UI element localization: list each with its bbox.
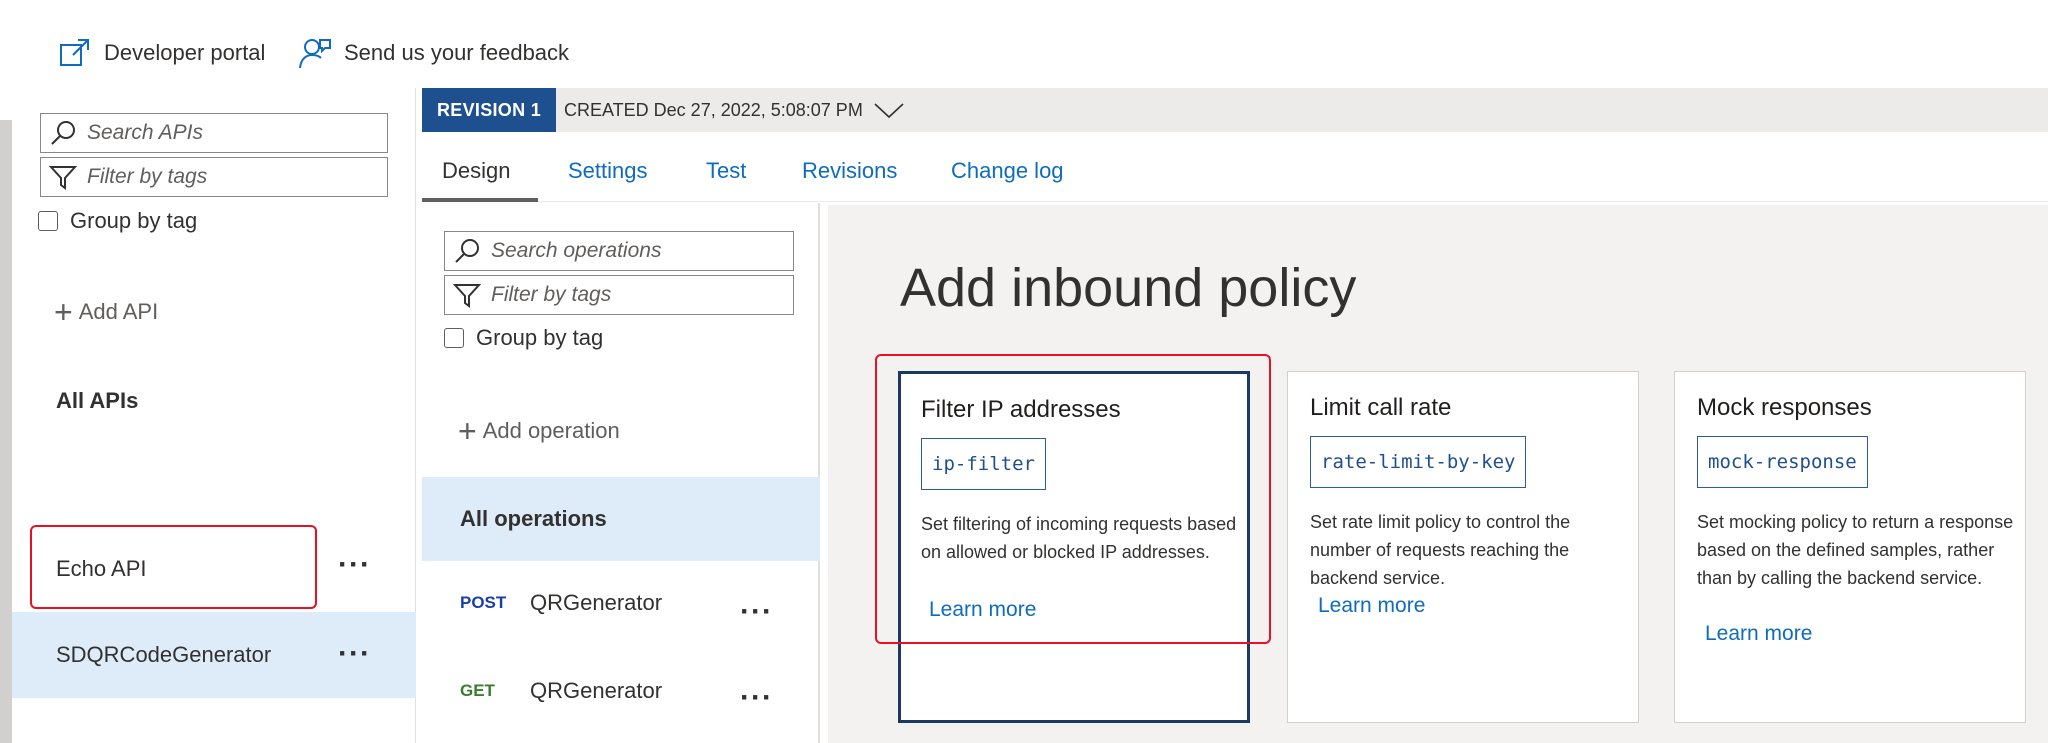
filter-icon: [453, 284, 481, 308]
filter-apis-input[interactable]: Filter by tags: [40, 157, 388, 197]
learn-more-link[interactable]: Learn more: [929, 598, 1036, 622]
tab-settings[interactable]: Settings: [568, 158, 648, 184]
feedback-button[interactable]: Send us your feedback: [298, 36, 569, 70]
revision-created-dropdown[interactable]: CREATED Dec 27, 2022, 5:08:07 PM: [564, 88, 905, 132]
revision-bar: REVISION 1 CREATED Dec 27, 2022, 5:08:07…: [422, 88, 2048, 132]
tab-test[interactable]: Test: [706, 158, 746, 184]
chevron-down-icon: [874, 103, 904, 119]
policy-code-badge: rate-limit-by-key: [1310, 436, 1527, 488]
all-apis-header[interactable]: All APIs: [56, 388, 138, 414]
policy-card-title: Mock responses: [1697, 394, 1872, 421]
checkbox-box[interactable]: [38, 211, 58, 231]
add-operation-button[interactable]: + Add operation: [458, 415, 620, 447]
revision-badge: REVISION 1: [422, 88, 556, 132]
get-operation-more-icon[interactable]: ···: [740, 683, 773, 713]
policy-code-badge: mock-response: [1697, 436, 1868, 488]
policy-card-description: Set mocking policy to return a response …: [1697, 512, 2014, 588]
post-operation-more-icon[interactable]: ···: [740, 597, 773, 627]
search-apis-placeholder: Search APIs: [87, 121, 203, 144]
method-badge: GET: [460, 681, 495, 700]
search-apis-input[interactable]: Search APIs: [40, 113, 388, 153]
tab-change-log[interactable]: Change log: [951, 158, 1064, 184]
add-api-label: Add API: [78, 299, 159, 324]
developer-portal-button[interactable]: Developer portal: [58, 36, 265, 70]
external-link-icon: [60, 39, 89, 66]
tab-bar: Design Settings Test Revisions Change lo…: [422, 132, 2048, 202]
policy-card-mock-responses[interactable]: Mock responses mock-response Set mocking…: [1674, 371, 2026, 723]
top-toolbar: Developer portal Send us your feedback: [0, 0, 2048, 88]
policy-card-limit-call-rate[interactable]: Limit call rate rate-limit-by-key Set ra…: [1287, 371, 1639, 723]
feedback-person-icon: [299, 39, 331, 69]
tab-revisions[interactable]: Revisions: [802, 158, 897, 184]
revision-created-label: CREATED Dec 27, 2022, 5:08:07 PM: [564, 99, 863, 120]
filter-icon: [49, 166, 77, 190]
learn-more-link[interactable]: Learn more: [1705, 622, 1812, 646]
tab-design[interactable]: Design: [442, 158, 510, 184]
search-icon: [455, 239, 479, 263]
echo-api-more-icon[interactable]: ···: [338, 550, 371, 580]
apis-panel: Search APIs Filter by tags Group by tag …: [12, 88, 416, 743]
feedback-label: Send us your feedback: [344, 40, 570, 65]
active-tab-indicator: [422, 198, 538, 202]
all-operations-item[interactable]: All operations: [422, 477, 820, 561]
operations-group-by-tag-label: Group by tag: [476, 325, 604, 350]
policy-card-description: Set filtering of incoming requests based…: [921, 514, 1237, 562]
operations-group-by-tag-checkbox[interactable]: Group by tag: [444, 325, 603, 351]
checkbox-box[interactable]: [444, 328, 464, 348]
method-badge: POST: [460, 593, 507, 612]
operations-panel: Search operations Filter by tags Group b…: [422, 203, 820, 743]
policy-card-title: Filter IP addresses: [921, 396, 1121, 423]
search-icon: [51, 121, 75, 145]
api-name: SDQRCodeGenerator: [56, 642, 272, 667]
search-operations-placeholder: Search operations: [491, 239, 662, 262]
learn-more-link[interactable]: Learn more: [1318, 594, 1425, 618]
policy-card-title: Limit call rate: [1310, 394, 1452, 421]
policy-card-filter-ip[interactable]: Filter IP addresses ip-filter Set filter…: [898, 371, 1250, 723]
add-operation-label: Add operation: [482, 418, 620, 443]
search-operations-input[interactable]: Search operations: [444, 231, 794, 271]
filter-apis-placeholder: Filter by tags: [87, 165, 208, 188]
filter-operations-placeholder: Filter by tags: [491, 283, 612, 306]
sdqr-api-more-icon[interactable]: ···: [338, 639, 371, 669]
all-operations-label: All operations: [460, 506, 607, 531]
add-api-button[interactable]: + Add API: [54, 296, 158, 328]
policy-code-badge: ip-filter: [921, 438, 1046, 490]
plus-icon: +: [458, 413, 477, 449]
page-title: Add inbound policy: [900, 258, 1357, 318]
operation-name: QRGenerator: [530, 590, 663, 615]
left-scroll-strip[interactable]: [0, 120, 12, 743]
apis-group-by-tag-label: Group by tag: [70, 208, 198, 233]
api-name: Echo API: [56, 556, 147, 581]
developer-portal-label: Developer portal: [104, 40, 266, 65]
filter-operations-input[interactable]: Filter by tags: [444, 275, 794, 315]
operation-name: QRGenerator: [530, 678, 663, 703]
plus-icon: +: [54, 294, 73, 330]
policy-content-area: Add inbound policy Filter IP addresses i…: [828, 205, 2048, 743]
policy-card-description: Set rate limit policy to control the num…: [1310, 512, 1571, 588]
apis-group-by-tag-checkbox[interactable]: Group by tag: [38, 208, 197, 234]
